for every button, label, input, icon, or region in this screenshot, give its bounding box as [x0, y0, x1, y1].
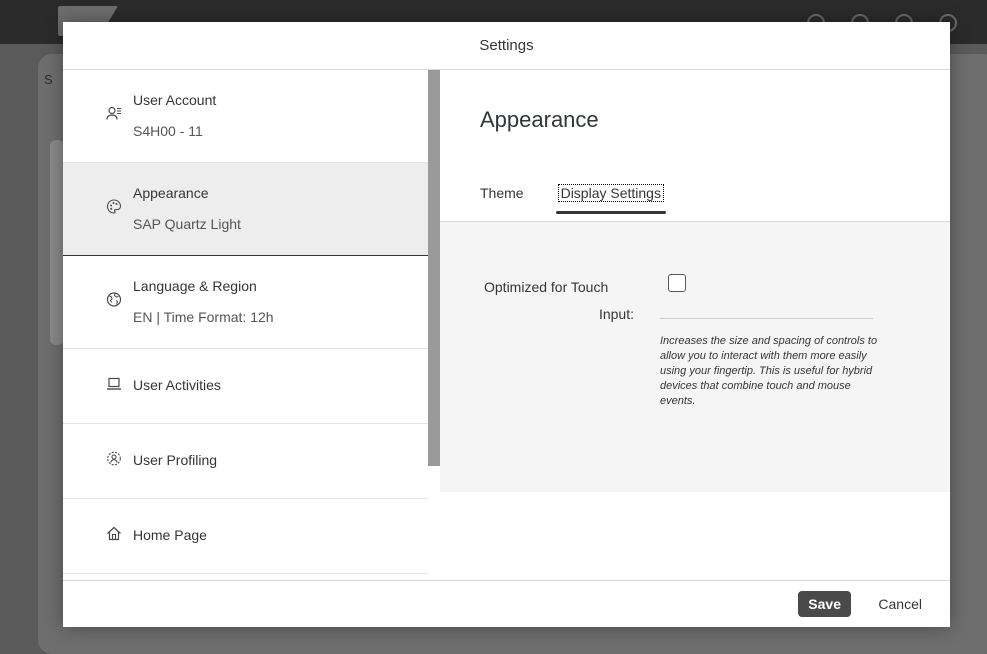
tab-label: Display Settings: [557, 184, 664, 202]
nav-scrollbar[interactable]: [428, 70, 440, 466]
nav-title: User Account: [133, 92, 217, 108]
nav-subtitle: EN | Time Format: 12h: [133, 309, 274, 325]
dialog-title: Settings: [63, 22, 950, 70]
tab-bar: Theme Display Settings: [480, 184, 667, 214]
nav-title: Language & Region: [133, 278, 257, 294]
nav-item-user-activities[interactable]: User Activities: [63, 349, 428, 424]
backdrop-card: [50, 140, 64, 345]
tab-theme[interactable]: Theme: [480, 185, 524, 211]
description-divider: [660, 318, 873, 319]
nav-title: User Profiling: [133, 452, 218, 468]
nav-item-user-profiling[interactable]: User Profiling: [63, 424, 428, 499]
tab-label: Theme: [480, 185, 524, 201]
nav-item-home-page[interactable]: Home Page: [63, 499, 428, 574]
nav-title: Appearance: [133, 185, 209, 201]
dialog-footer: Save Cancel: [63, 580, 950, 627]
touch-label-line1: Optimized for Touch: [484, 279, 609, 295]
save-button[interactable]: Save: [798, 591, 851, 617]
touch-input-checkbox[interactable]: [668, 274, 686, 292]
user-settings-icon: [105, 451, 123, 472]
nav-title: Home Page: [133, 527, 207, 543]
dialog-body: User Account S4H00 - 11 Appearance SAP Q…: [63, 70, 950, 581]
nav-item-language-region[interactable]: Language & Region EN | Time Format: 12h: [63, 256, 428, 349]
page-title: Appearance: [480, 107, 599, 132]
laptop-icon: [105, 376, 123, 397]
backdrop-letter: S: [44, 72, 53, 87]
settings-dialog: Settings User Account S4H00 - 11 Appeara…: [63, 22, 950, 627]
touch-description: Increases the size and spacing of contro…: [660, 335, 878, 407]
touch-label-line2: Input:: [598, 306, 634, 322]
touch-input-label: Optimized for Touch Input:: [484, 274, 634, 328]
nav-subtitle: S4H00 - 11: [133, 123, 203, 139]
appearance-panel: Appearance Theme Display Settings Optimi…: [440, 70, 950, 581]
display-settings-area: Optimized for Touch Input: Increases the…: [440, 222, 950, 492]
nav-subtitle: SAP Quartz Light: [133, 216, 241, 232]
settings-nav: User Account S4H00 - 11 Appearance SAP Q…: [63, 70, 428, 581]
palette-icon: [105, 199, 123, 220]
globe-icon: [105, 292, 123, 313]
home-icon: [105, 526, 123, 547]
user-account-icon: [105, 106, 123, 127]
nav-item-user-account[interactable]: User Account S4H00 - 11: [63, 70, 428, 163]
cancel-button[interactable]: Cancel: [878, 591, 922, 617]
tab-display-settings[interactable]: Display Settings: [555, 184, 667, 214]
nav-title: User Activities: [133, 377, 221, 393]
nav-item-appearance[interactable]: Appearance SAP Quartz Light: [63, 163, 428, 256]
